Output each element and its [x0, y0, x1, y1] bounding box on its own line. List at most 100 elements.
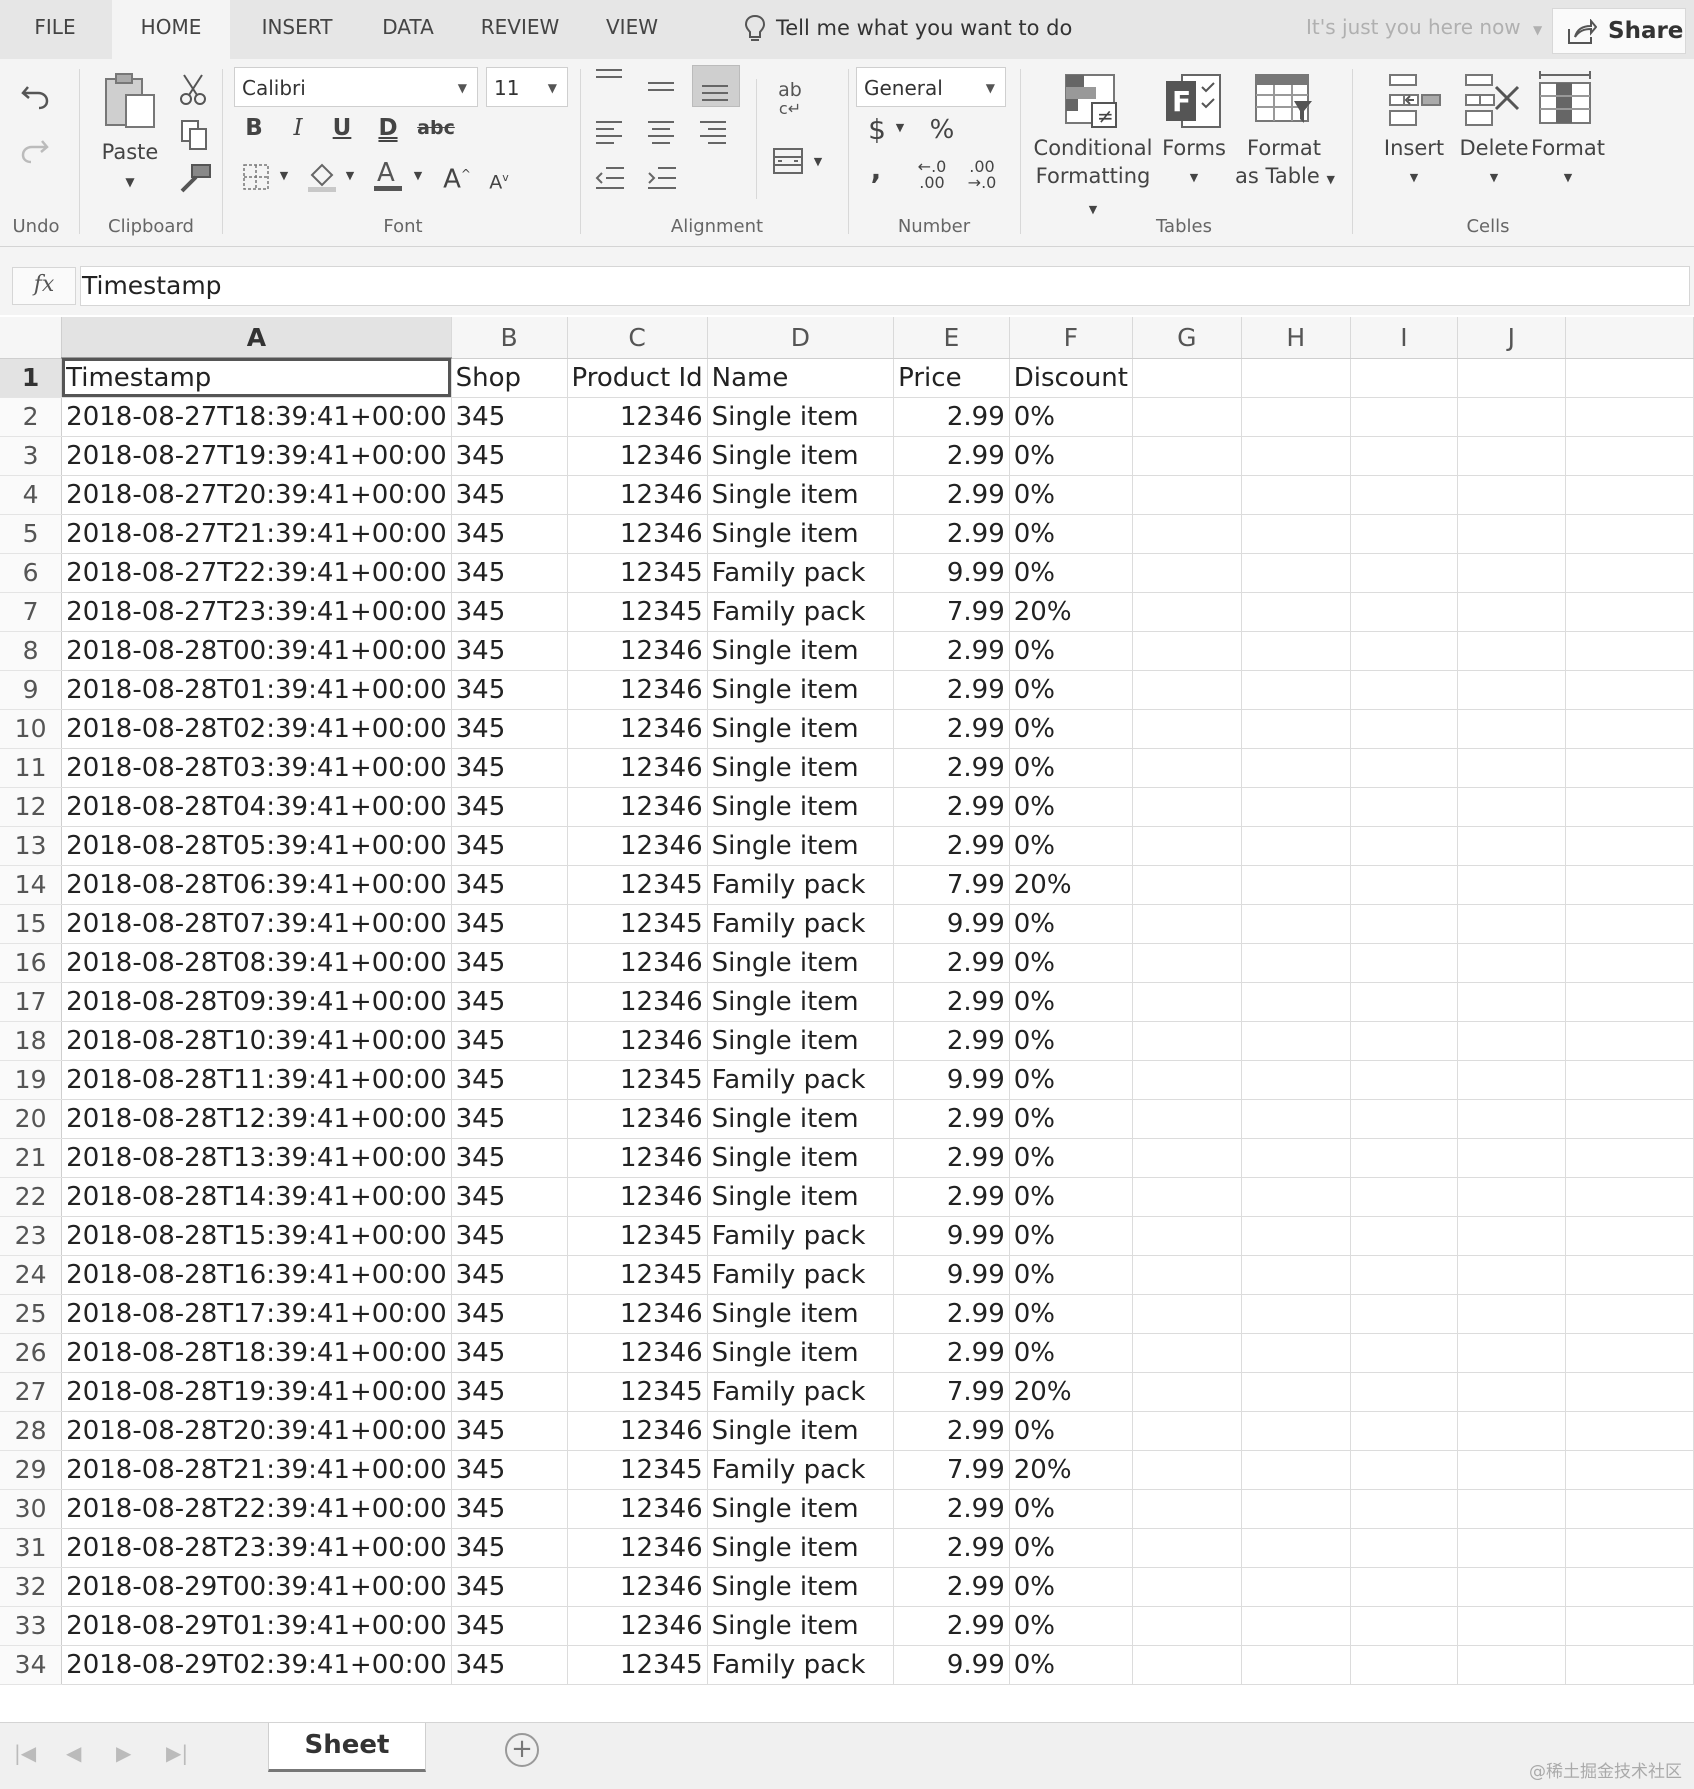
cell-empty[interactable] [1241, 748, 1351, 788]
delete-cells-icon[interactable] [1464, 73, 1520, 127]
cell-d30[interactable]: Single item [707, 1489, 895, 1529]
cell-empty[interactable] [1132, 1606, 1242, 1646]
cell-empty[interactable] [1132, 748, 1242, 788]
cell-e32[interactable]: 2.99 [893, 1567, 1010, 1607]
borders-icon[interactable] [242, 163, 270, 191]
format-as-table-label-1[interactable]: Format [1236, 133, 1332, 163]
cell-a16[interactable]: 2018-08-28T08:39:41+00:00 [61, 943, 452, 983]
cell-empty[interactable] [1565, 787, 1694, 827]
row-header[interactable]: 15 [0, 904, 63, 944]
cell-a10[interactable]: 2018-08-28T02:39:41+00:00 [61, 709, 452, 749]
cell-a29[interactable]: 2018-08-28T21:39:41+00:00 [61, 1450, 452, 1490]
cell-f5[interactable]: 0% [1009, 514, 1133, 554]
cell-empty[interactable] [1457, 865, 1566, 905]
cell-d5[interactable]: Single item [707, 514, 895, 554]
row-header[interactable]: 11 [0, 748, 63, 788]
cell-b7[interactable]: 345 [451, 592, 568, 632]
cell-empty[interactable] [1457, 631, 1566, 671]
cell-c1[interactable]: Product Id [567, 358, 708, 398]
cell-b31[interactable]: 345 [451, 1528, 568, 1568]
cell-b4[interactable]: 345 [451, 475, 568, 515]
cell-e34[interactable]: 9.99 [893, 1645, 1010, 1685]
cell-e9[interactable]: 2.99 [893, 670, 1010, 710]
cell-b12[interactable]: 345 [451, 787, 568, 827]
cell-empty[interactable] [1132, 1450, 1242, 1490]
cell-empty[interactable] [1132, 904, 1242, 944]
cell-b18[interactable]: 345 [451, 1021, 568, 1061]
cell-f32[interactable]: 0% [1009, 1567, 1133, 1607]
row-header[interactable]: 5 [0, 514, 63, 554]
row-header[interactable]: 3 [0, 436, 63, 476]
cell-c21[interactable]: 12346 [567, 1138, 708, 1178]
cell-d9[interactable]: Single item [707, 670, 895, 710]
cell-d14[interactable]: Family pack [707, 865, 895, 905]
cell-b10[interactable]: 345 [451, 709, 568, 749]
cell-empty[interactable] [1350, 1372, 1459, 1412]
chevron-down-icon[interactable]: ▼ [410, 161, 426, 191]
cell-c15[interactable]: 12345 [567, 904, 708, 944]
fill-color-icon[interactable] [306, 159, 340, 193]
cell-empty[interactable] [1565, 1450, 1694, 1490]
cell-empty[interactable] [1350, 436, 1459, 476]
cell-a7[interactable]: 2018-08-27T23:39:41+00:00 [61, 592, 452, 632]
cell-f12[interactable]: 0% [1009, 787, 1133, 827]
chevron-down-icon[interactable]: ▼ [342, 161, 358, 191]
cell-f33[interactable]: 0% [1009, 1606, 1133, 1646]
cell-empty[interactable] [1350, 1294, 1459, 1334]
cell-f18[interactable]: 0% [1009, 1021, 1133, 1061]
cell-empty[interactable] [1350, 709, 1459, 749]
cell-empty[interactable] [1457, 1099, 1566, 1139]
cell-empty[interactable] [1565, 1060, 1694, 1100]
cell-empty[interactable] [1132, 1567, 1242, 1607]
cell-empty[interactable] [1132, 592, 1242, 632]
wrap-text-button[interactable]: ab c↵ [772, 81, 808, 118]
cell-empty[interactable] [1241, 1528, 1351, 1568]
cell-empty[interactable] [1565, 358, 1694, 398]
cell-empty[interactable] [1241, 1060, 1351, 1100]
cell-a24[interactable]: 2018-08-28T16:39:41+00:00 [61, 1255, 452, 1295]
cell-d7[interactable]: Family pack [707, 592, 895, 632]
cell-empty[interactable] [1565, 709, 1694, 749]
chevron-down-icon[interactable]: ▼ [810, 147, 826, 177]
cell-e17[interactable]: 2.99 [893, 982, 1010, 1022]
cell-c27[interactable]: 12345 [567, 1372, 708, 1412]
row-header[interactable]: 6 [0, 553, 63, 593]
cell-d11[interactable]: Single item [707, 748, 895, 788]
cell-b30[interactable]: 345 [451, 1489, 568, 1529]
undo-icon[interactable] [20, 81, 50, 111]
row-header[interactable]: 26 [0, 1333, 63, 1373]
cell-a14[interactable]: 2018-08-28T06:39:41+00:00 [61, 865, 452, 905]
cell-empty[interactable] [1565, 1333, 1694, 1373]
cell-empty[interactable] [1457, 1294, 1566, 1334]
cell-c3[interactable]: 12346 [567, 436, 708, 476]
cell-d16[interactable]: Single item [707, 943, 895, 983]
cell-f21[interactable]: 0% [1009, 1138, 1133, 1178]
cell-c33[interactable]: 12346 [567, 1606, 708, 1646]
cell-empty[interactable] [1457, 553, 1566, 593]
cell-c11[interactable]: 12346 [567, 748, 708, 788]
column-header-a[interactable]: A [61, 317, 452, 359]
cell-empty[interactable] [1565, 1255, 1694, 1295]
cell-empty[interactable] [1132, 1021, 1242, 1061]
cell-b19[interactable]: 345 [451, 1060, 568, 1100]
paste-dropdown-icon[interactable]: ▼ [112, 167, 148, 197]
cell-empty[interactable] [1350, 475, 1459, 515]
cell-f26[interactable]: 0% [1009, 1333, 1133, 1373]
cell-e33[interactable]: 2.99 [893, 1606, 1010, 1646]
cell-empty[interactable] [1565, 514, 1694, 554]
cell-empty[interactable] [1565, 1294, 1694, 1334]
cell-c5[interactable]: 12346 [567, 514, 708, 554]
cell-empty[interactable] [1457, 787, 1566, 827]
cell-d20[interactable]: Single item [707, 1099, 895, 1139]
row-header[interactable]: 29 [0, 1450, 63, 1490]
row-header[interactable]: 18 [0, 1021, 63, 1061]
decrease-indent-icon[interactable] [594, 165, 626, 191]
align-center-icon[interactable] [646, 119, 676, 145]
cell-empty[interactable] [1457, 904, 1566, 944]
align-left-icon[interactable] [594, 119, 624, 145]
forms-icon[interactable]: F [1164, 73, 1222, 129]
cell-a26[interactable]: 2018-08-28T18:39:41+00:00 [61, 1333, 452, 1373]
cell-empty[interactable] [1241, 1411, 1351, 1451]
cell-c22[interactable]: 12346 [567, 1177, 708, 1217]
cell-f25[interactable]: 0% [1009, 1294, 1133, 1334]
